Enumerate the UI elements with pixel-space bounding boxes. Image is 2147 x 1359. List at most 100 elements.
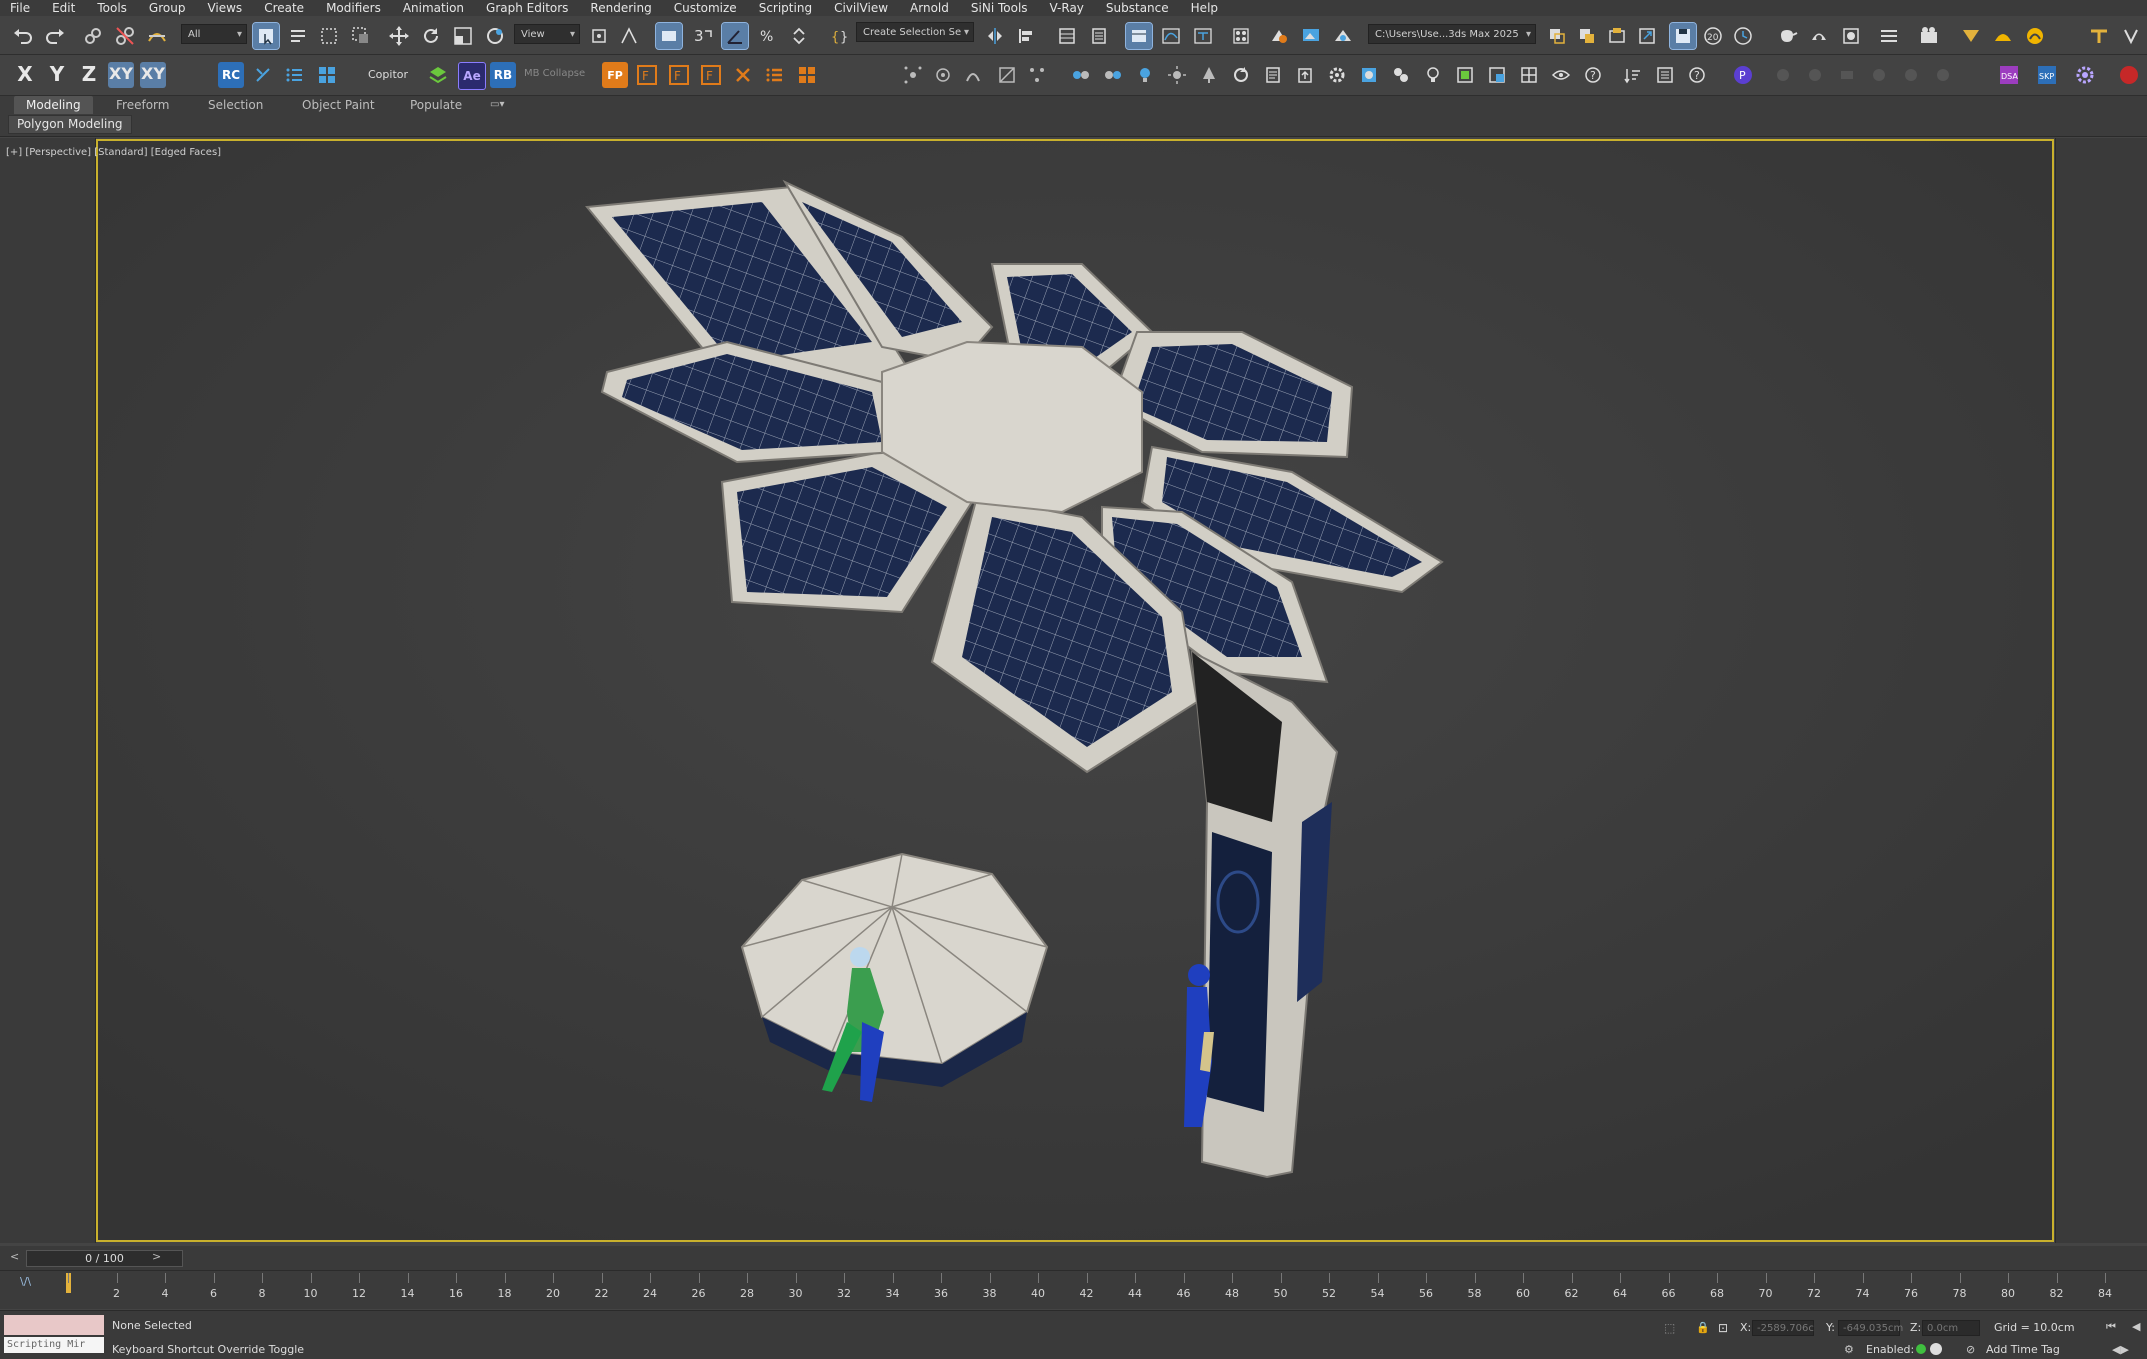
spinner-snap-icon[interactable] xyxy=(786,23,812,49)
time-tag-icon[interactable]: ⊘ xyxy=(1966,1343,1975,1356)
link-icon[interactable] xyxy=(80,23,106,49)
x-coord-field[interactable]: -2589.706c xyxy=(1752,1320,1814,1336)
menu-rendering[interactable]: Rendering xyxy=(580,1,663,15)
notes-tool-icon[interactable] xyxy=(1260,62,1286,88)
disabled-tool-3-icon[interactable] xyxy=(1834,62,1860,88)
arnold-render-icon[interactable] xyxy=(2022,23,2048,49)
scale-icon[interactable] xyxy=(450,23,476,49)
sini-tools-icon[interactable] xyxy=(2086,23,2112,49)
external-reference-icon[interactable] xyxy=(1634,23,1660,49)
time-config-icon[interactable] xyxy=(1730,23,1756,49)
tab-populate[interactable]: Populate xyxy=(398,96,474,114)
menu-views[interactable]: Views xyxy=(197,1,254,15)
adaptive-degradation-icon[interactable]: ⚙ xyxy=(1844,1343,1854,1356)
place-icon[interactable] xyxy=(482,23,508,49)
scene-explorer-icon[interactable] xyxy=(1054,23,1080,49)
maxscript-listener-color[interactable] xyxy=(4,1315,104,1335)
sun-tool-icon[interactable] xyxy=(1164,62,1190,88)
orange-tools-icon[interactable] xyxy=(730,62,756,88)
rotate-icon[interactable] xyxy=(418,23,444,49)
rectangular-selection-icon[interactable] xyxy=(316,23,342,49)
menu-file[interactable]: File xyxy=(0,1,42,15)
rc-button[interactable]: RC xyxy=(218,62,244,88)
track-bar[interactable]: \/\ 2 4 6 8 10 12 14 16 18 20 22 24 26 28 30 32 34 36 38 40… xyxy=(0,1270,2147,1309)
menu-scripting[interactable]: Scripting xyxy=(749,1,824,15)
sort-tool-icon[interactable] xyxy=(1620,62,1646,88)
mb-collapse-button[interactable]: MB Collapse xyxy=(524,68,585,79)
rv-plugin-icon[interactable] xyxy=(2116,62,2142,88)
orange-grid-icon[interactable] xyxy=(794,62,820,88)
disabled-tool-6-icon[interactable] xyxy=(1930,62,1956,88)
time-next-icon[interactable]: > xyxy=(152,1250,161,1263)
curve-toggle-icon[interactable]: \/\ xyxy=(20,1275,31,1288)
bulb-tool-icon[interactable] xyxy=(1420,62,1446,88)
p-plugin-icon[interactable]: P xyxy=(1730,62,1756,88)
teapot-icon[interactable] xyxy=(1774,23,1800,49)
menu-sini-tools[interactable]: SiNi Tools xyxy=(961,1,1040,15)
z-coord-field[interactable]: 0.0cm xyxy=(1922,1320,1980,1336)
project-folder-dropdown[interactable]: C:\Users\Use...3ds Max 2025 xyxy=(1368,24,1536,44)
tab-selection[interactable]: Selection xyxy=(196,96,275,114)
skp-plugin-icon[interactable]: SKP xyxy=(2034,62,2060,88)
render-active-shade-icon[interactable] xyxy=(1806,23,1832,49)
open-explorer-icon[interactable] xyxy=(1544,23,1570,49)
tab-freeform[interactable]: Freeform xyxy=(104,96,181,114)
percent-snap-icon[interactable]: % xyxy=(754,23,780,49)
viewport-tool-icon[interactable] xyxy=(1484,62,1510,88)
go-to-start-icon[interactable]: ⏮ xyxy=(2106,1320,2116,1334)
isolate-icon[interactable]: ⬚ xyxy=(1664,1321,1675,1335)
time-prev-icon[interactable]: < xyxy=(10,1250,19,1263)
redo-icon[interactable] xyxy=(42,23,68,49)
curve-editor-icon[interactable] xyxy=(1158,23,1184,49)
orange-list-icon[interactable] xyxy=(762,62,788,88)
disabled-tool-4-icon[interactable] xyxy=(1866,62,1892,88)
paint-tool-icon[interactable] xyxy=(1388,62,1414,88)
toggle-ribbon-icon[interactable] xyxy=(1125,22,1153,50)
menu-customize[interactable]: Customize xyxy=(664,1,749,15)
perspective-viewport[interactable] xyxy=(96,139,2054,1242)
environment-icon[interactable] xyxy=(1838,23,1864,49)
container-icon[interactable] xyxy=(1604,23,1630,49)
eye-tool-icon[interactable] xyxy=(1548,62,1574,88)
enabled-indicator-icon[interactable] xyxy=(1916,1344,1926,1354)
tab-modeling[interactable]: Modeling xyxy=(14,96,93,114)
angle-snap-icon[interactable] xyxy=(721,22,749,50)
axis-y-button[interactable]: Y xyxy=(44,62,70,86)
help-circle-icon[interactable]: ? xyxy=(1684,62,1710,88)
settings-plugin-icon[interactable] xyxy=(2072,62,2098,88)
keyboard-shortcut-override-icon[interactable] xyxy=(655,22,683,50)
lock-icon[interactable]: 🔒 xyxy=(1696,1321,1710,1334)
help-tool-icon[interactable]: ? xyxy=(1580,62,1606,88)
bake-tool-icon[interactable] xyxy=(1356,62,1382,88)
layers-green-icon[interactable] xyxy=(425,62,451,88)
maxscript-input[interactable]: Scripting Mir xyxy=(4,1337,104,1353)
prev-frame-icon[interactable]: ◀ xyxy=(2132,1320,2140,1333)
border-tool-icon[interactable] xyxy=(960,62,986,88)
menu-modifiers[interactable]: Modifiers xyxy=(316,1,393,15)
edge-tool-icon[interactable] xyxy=(930,62,956,88)
ribbon-options-icon[interactable]: ▭▾ xyxy=(478,96,516,114)
menu-group[interactable]: Group xyxy=(139,1,198,15)
disabled-tool-1-icon[interactable] xyxy=(1770,62,1796,88)
grid-blue-icon[interactable] xyxy=(314,62,340,88)
mirror-icon[interactable] xyxy=(982,23,1008,49)
schematic-view-icon[interactable] xyxy=(1190,23,1216,49)
render-production-icon[interactable] xyxy=(1330,23,1356,49)
menu-create[interactable]: Create xyxy=(254,1,316,15)
tree-tool-icon[interactable] xyxy=(1196,62,1222,88)
video-post-icon[interactable] xyxy=(1916,23,1942,49)
upload-tool-icon[interactable] xyxy=(1292,62,1318,88)
polygon-modeling-panel[interactable]: Polygon Modeling xyxy=(8,115,132,134)
element-tool-icon[interactable] xyxy=(1024,62,1050,88)
menu-edit[interactable]: Edit xyxy=(42,1,87,15)
layer-explorer-icon[interactable] xyxy=(1086,23,1112,49)
bind-spacewarp-icon[interactable] xyxy=(144,23,170,49)
time-display-icon[interactable] xyxy=(1930,1343,1942,1355)
asset-tracking-icon[interactable] xyxy=(1574,23,1600,49)
gear-tool-icon[interactable] xyxy=(1324,62,1350,88)
grid-tool-icon[interactable] xyxy=(1516,62,1542,88)
light-tool-icon[interactable] xyxy=(1132,62,1158,88)
absolute-mode-icon[interactable]: ⊡ xyxy=(1718,1321,1728,1335)
named-selection-dropdown[interactable]: Create Selection Se xyxy=(856,22,974,42)
align-icon[interactable] xyxy=(1014,23,1040,49)
